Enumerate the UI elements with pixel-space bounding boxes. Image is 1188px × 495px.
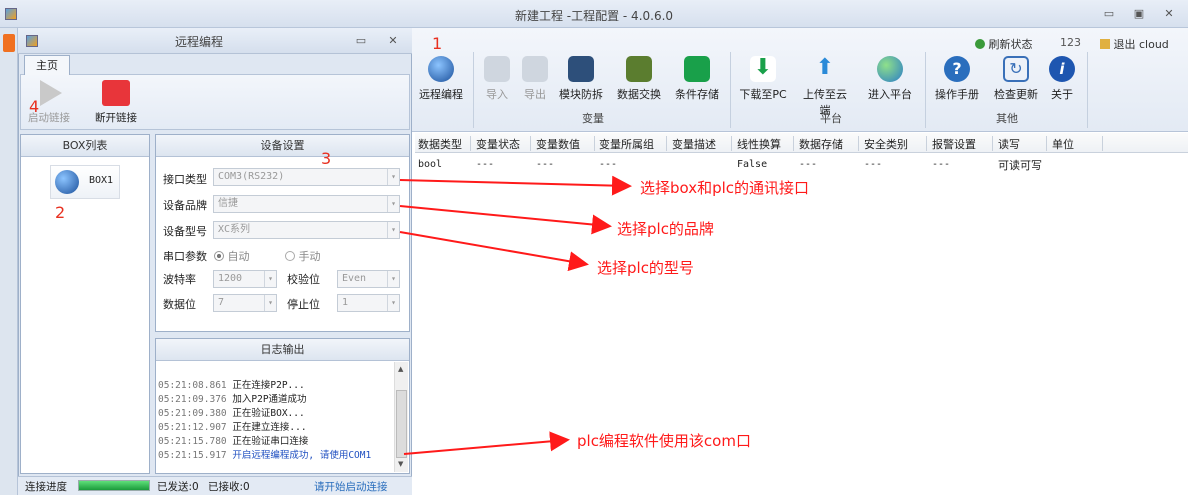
arrow-model	[399, 231, 589, 272]
annotation-number: 2	[55, 203, 66, 222]
annotation-number: 3	[321, 149, 332, 168]
arrow-brand	[399, 205, 612, 235]
annotation-model: 选择plc的型号	[597, 259, 694, 277]
annotation-com: plc编程软件使用该com口	[577, 432, 751, 450]
annotation-interface: 选择box和plc的通讯接口	[640, 179, 810, 197]
annotation-number: 1	[432, 34, 443, 53]
arrow-interface	[399, 175, 632, 196]
annotation-brand: 选择plc的品牌	[617, 220, 714, 238]
annotation-number: 4	[29, 97, 40, 116]
annotation-overlay	[399, 175, 632, 455]
arrow-com	[403, 431, 570, 455]
